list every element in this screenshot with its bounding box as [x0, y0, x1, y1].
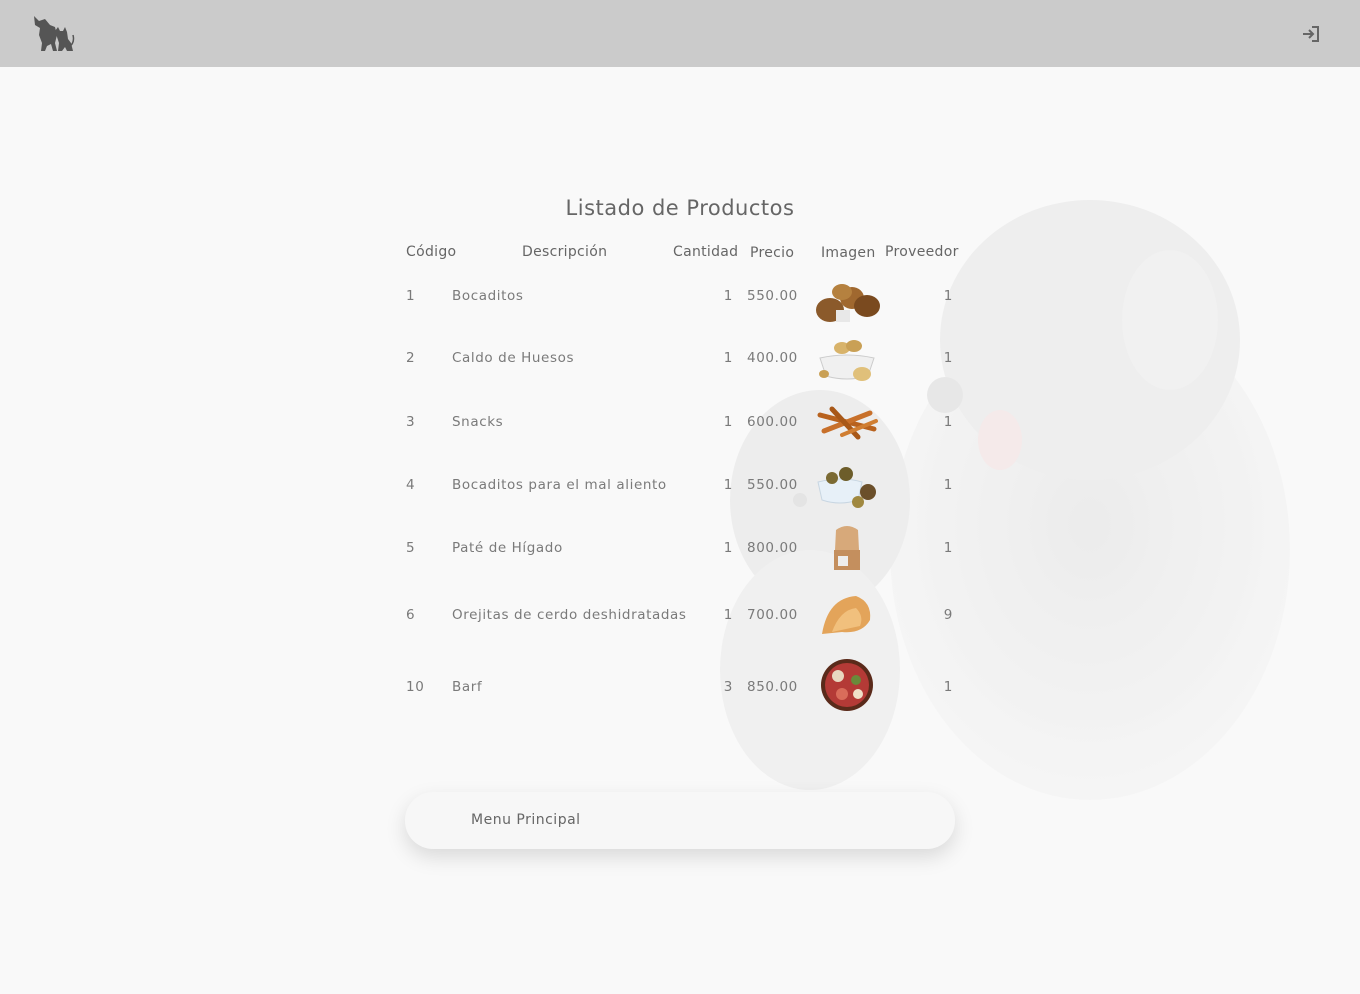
cell-codigo: 2	[406, 350, 416, 366]
caldo-huesos-image	[819, 340, 875, 381]
cell-proveedor: 1	[943, 540, 953, 556]
bocaditos-aliento-image	[817, 467, 876, 508]
cell-codigo: 3	[406, 414, 416, 430]
cell-precio: 850.00	[747, 679, 798, 695]
cell-codigo: 5	[406, 540, 416, 556]
cell-codigo: 10	[406, 679, 425, 695]
cell-descripcion: Orejitas de cerdo deshidratadas	[452, 607, 687, 623]
cell-proveedor: 9	[943, 607, 953, 623]
cell-proveedor: 1	[943, 414, 953, 430]
cell-descripcion: Bocaditos	[452, 288, 524, 304]
column-header-proveedor: Proveedor	[885, 244, 959, 260]
cell-descripcion: Paté de Hígado	[452, 540, 563, 556]
cell-proveedor: 1	[943, 288, 953, 304]
cell-cantidad: 1	[723, 607, 733, 623]
dog-cat-logo-icon[interactable]	[31, 13, 75, 55]
cell-descripcion: Caldo de Huesos	[452, 350, 575, 366]
main-menu-button[interactable]: Menu Principal	[405, 792, 955, 849]
main-menu-label: Menu Principal	[471, 812, 581, 828]
orejitas-image	[822, 596, 871, 634]
column-header-imagen: Imagen	[821, 245, 876, 261]
sign-in-icon[interactable]	[1301, 24, 1321, 44]
cell-codigo: 1	[406, 288, 416, 304]
cell-proveedor: 1	[943, 679, 953, 695]
cell-precio: 550.00	[747, 477, 798, 493]
column-header-codigo: Código	[406, 244, 457, 260]
top-navbar	[0, 0, 1360, 67]
pate-higado-image	[834, 526, 860, 570]
cell-cantidad: 1	[723, 414, 733, 430]
cell-precio: 400.00	[747, 350, 798, 366]
page-title: Listado de Productos	[565, 196, 795, 220]
barf-image	[821, 659, 873, 711]
cell-descripcion: Snacks	[452, 414, 504, 430]
cell-cantidad: 1	[723, 350, 733, 366]
cell-cantidad: 1	[723, 540, 733, 556]
cell-precio: 600.00	[747, 414, 798, 430]
column-header-descripcion: Descripción	[522, 244, 608, 260]
column-header-precio: Precio	[750, 245, 795, 261]
cell-precio: 700.00	[747, 607, 798, 623]
cell-cantidad: 1	[723, 288, 733, 304]
cell-descripcion: Bocaditos para el mal aliento	[452, 477, 667, 493]
cell-codigo: 4	[406, 477, 416, 493]
column-header-cantidad: Cantidad	[673, 244, 739, 260]
cell-precio: 800.00	[747, 540, 798, 556]
cell-descripcion: Barf	[452, 679, 483, 695]
bocaditos-image	[816, 284, 880, 322]
cell-proveedor: 1	[943, 350, 953, 366]
cell-precio: 550.00	[747, 288, 798, 304]
cell-proveedor: 1	[943, 477, 953, 493]
cell-codigo: 6	[406, 607, 416, 623]
snacks-image	[817, 406, 878, 440]
cell-cantidad: 1	[723, 477, 733, 493]
cell-cantidad: 3	[723, 679, 733, 695]
